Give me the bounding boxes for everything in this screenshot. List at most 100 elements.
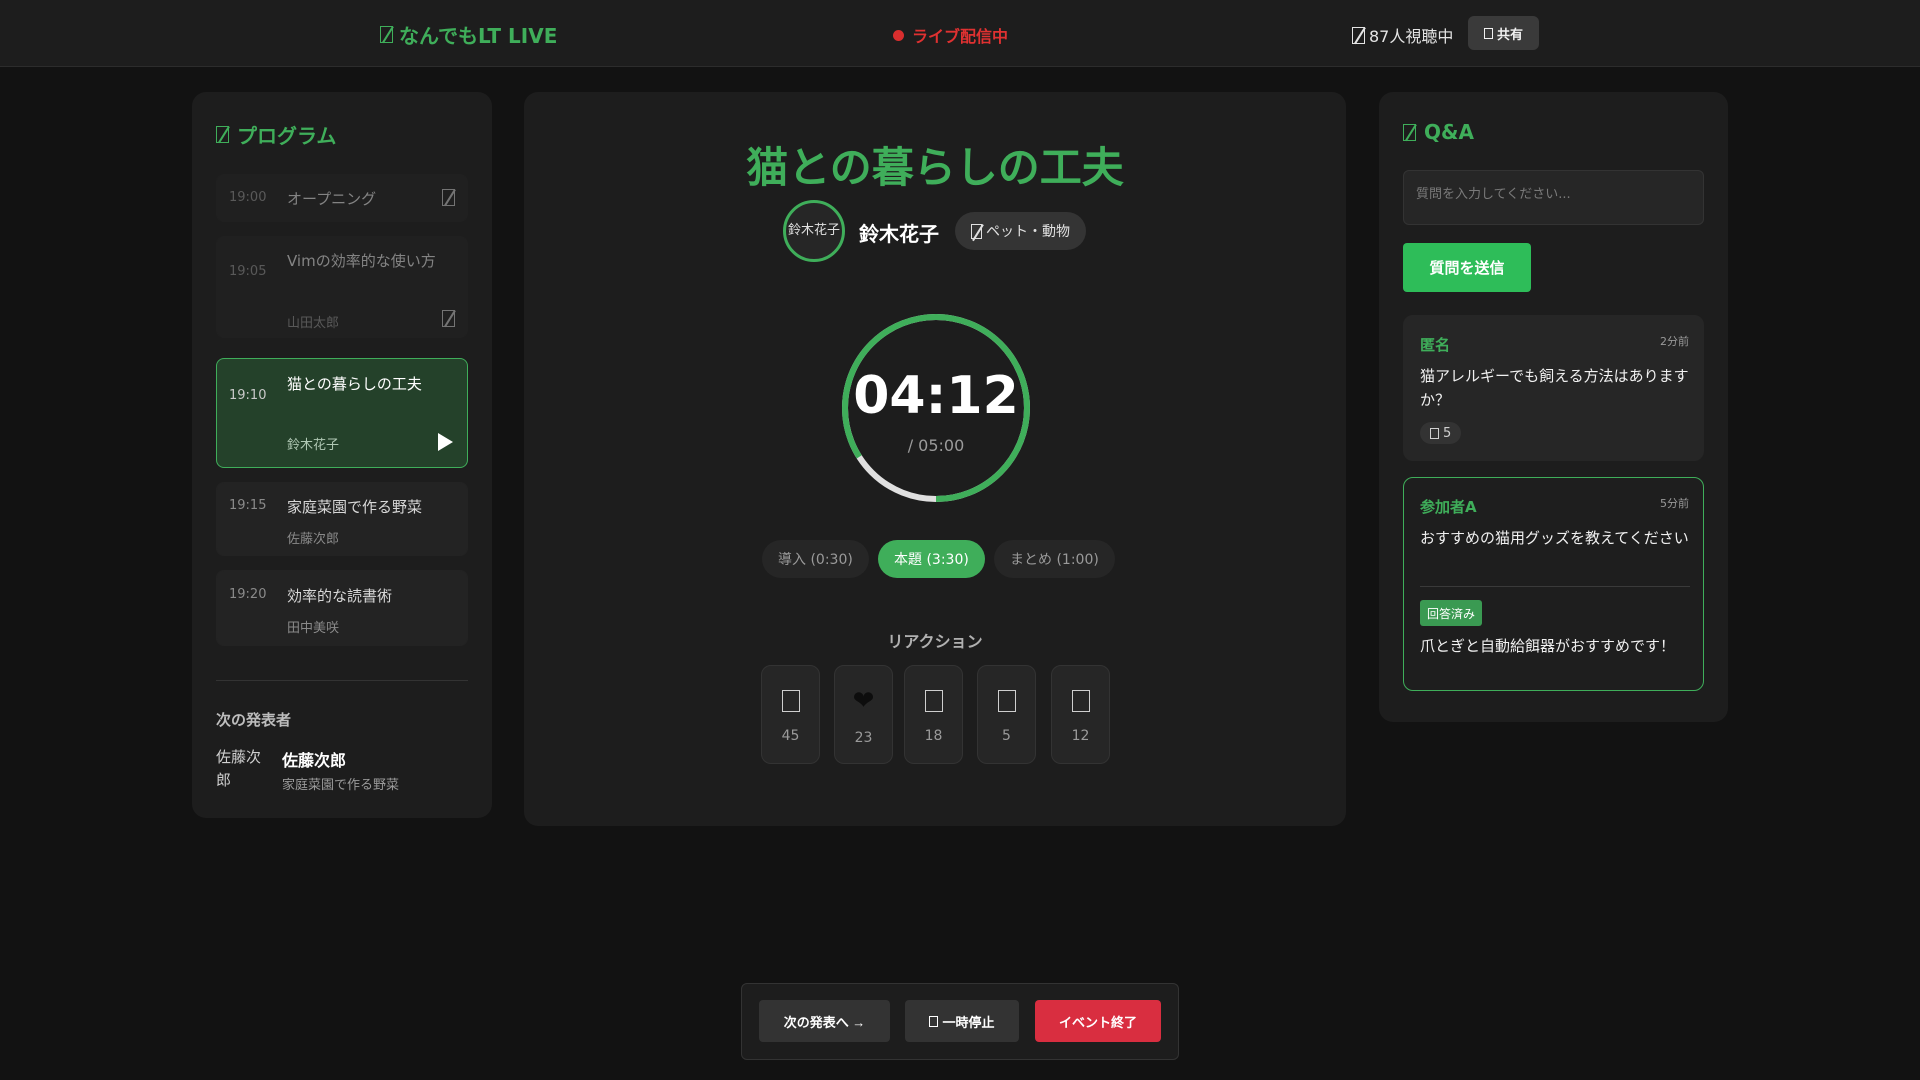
question-card-answered: 参加者A 5分前 おすすめの猫用グッズを教えてください 回答済み 爪とぎと自動給… [1403, 477, 1704, 691]
phase-intro[interactable]: 導入 (0:30) [762, 540, 869, 578]
program-item-2[interactable]: 19:10 猫との暮らしの工夫 鈴木花子 [216, 358, 468, 468]
live-status: ライブ配信中 [893, 23, 1008, 47]
timer-total: / 05:00 [907, 436, 965, 455]
submit-question-button[interactable]: 質問を送信 [1403, 243, 1531, 292]
answer-divider [1420, 586, 1690, 587]
question-card: 匿名 2分前 猫アレルギーでも飼える方法はありますか？ 5 [1403, 315, 1704, 461]
current-talk-panel: 猫との暮らしの工夫 鈴木花子 鈴木花子 ペット・動物 04:12 / 05:00… [524, 92, 1346, 826]
host-control-bar: 次の発表へ → 一時停止 イベント終了 [741, 983, 1179, 1060]
program-item-speaker: 田中美咲 [287, 621, 340, 636]
program-icon [216, 126, 229, 143]
question-time: 2分前 [1660, 335, 1689, 348]
qa-title: Q&A [1403, 120, 1474, 144]
surprise-icon [978, 686, 1035, 714]
next-speaker-avatar: 佐藤次郎 [216, 748, 262, 789]
reaction-clap-button[interactable]: 45 [761, 665, 820, 764]
program-item-speaker: 山田太郎 [287, 316, 340, 331]
live-status-text: ライブ配信中 [912, 27, 1009, 46]
program-item-title: 家庭菜園で作る野菜 [287, 498, 423, 516]
answer-text: 爪とぎと自動給餌器がおすすめです！ [1420, 637, 1676, 655]
category-icon [971, 223, 982, 239]
next-speaker-label: 次の発表者 [216, 711, 292, 729]
reactions-label: リアクション [887, 632, 983, 651]
category-label: ペット・動物 [986, 224, 1070, 240]
answered-badge: 回答済み [1420, 600, 1483, 626]
mic-icon [380, 26, 393, 43]
qa-title-text: Q&A [1424, 120, 1474, 144]
share-icon [1484, 27, 1493, 39]
program-item-title: オープニング [287, 190, 377, 208]
clap-icon [762, 686, 819, 714]
phase-tabs: 導入 (0:30) 本題 (3:30) まとめ (1:00) [524, 540, 1346, 578]
program-title-text: プログラム [237, 124, 337, 148]
program-item-3[interactable]: 19:15 家庭菜園で作る野菜 佐藤次郎 [216, 482, 468, 556]
program-item-speaker: 佐藤次郎 [287, 532, 340, 547]
program-item-0[interactable]: 19:00 オープニング [216, 174, 468, 222]
program-item-time: 19:20 [229, 587, 267, 602]
speaker-avatar: 鈴木花子 [783, 200, 845, 262]
reaction-count: 12 [1071, 728, 1090, 744]
check-icon [442, 189, 455, 206]
top-bar: なんでもLT LIVE ライブ配信中 87人視聴中 共有 [0, 0, 1920, 67]
speaker-row: 鈴木花子 鈴木花子 ペット・動物 [524, 200, 1346, 262]
program-item-time: 19:15 [229, 498, 267, 513]
timer-remaining: 04:12 [853, 366, 1019, 426]
laugh-icon [905, 686, 962, 714]
share-button[interactable]: 共有 [1468, 16, 1540, 50]
program-item-title: Vimの効率的な使い方 [287, 252, 436, 270]
speaker-name: 鈴木花子 [859, 222, 939, 246]
app-title: なんでもLT LIVE [380, 20, 557, 49]
viewer-count-text: 87人視聴中 [1369, 27, 1454, 46]
pause-button[interactable]: 一時停止 [905, 1000, 1019, 1042]
phase-main[interactable]: 本題 (3:30) [878, 540, 985, 578]
question-input[interactable] [1403, 170, 1704, 225]
reaction-count: 23 [854, 730, 873, 746]
qa-icon [1403, 123, 1416, 141]
bulb-icon [1052, 686, 1109, 714]
reaction-surprise-button[interactable]: 5 [977, 665, 1036, 764]
viewers-icon [1352, 26, 1365, 44]
reaction-count: 45 [781, 728, 800, 744]
app-title-text: なんでもLT LIVE [399, 24, 558, 48]
qa-panel: Q&A 質問を送信 匿名 2分前 猫アレルギーでも飼える方法はありますか？ 5 … [1379, 92, 1728, 722]
end-event-button[interactable]: イベント終了 [1035, 1000, 1161, 1042]
program-item-4[interactable]: 19:20 効率的な読書術 田中美咲 [216, 570, 468, 646]
program-item-time: 19:05 [229, 264, 267, 279]
program-divider [216, 680, 468, 681]
live-dot-icon [893, 29, 904, 41]
question-author: 匿名 [1420, 336, 1451, 354]
check-icon [442, 310, 455, 327]
viewer-count: 87人視聴中 [1352, 23, 1453, 47]
pause-button-label: 一時停止 [942, 1014, 995, 1030]
talk-title: 猫との暮らしの工夫 [746, 143, 1124, 192]
program-item-title: 効率的な読書術 [287, 587, 393, 605]
next-talk-button[interactable]: 次の発表へ → [759, 1000, 890, 1042]
thumbs-up-icon [1430, 427, 1439, 439]
program-title: プログラム [216, 120, 336, 149]
reaction-heart-button[interactable]: ❤ 23 [834, 665, 893, 764]
reaction-count: 5 [1002, 728, 1011, 744]
next-speaker-topic: 家庭菜園で作る野菜 [282, 778, 400, 793]
question-time: 5分前 [1660, 497, 1689, 510]
program-item-time: 19:10 [229, 388, 267, 403]
reaction-count: 18 [924, 728, 943, 744]
program-panel: プログラム 19:00 オープニング 19:05 Vimの効率的な使い方 山田太… [192, 92, 492, 818]
program-item-speaker: 鈴木花子 [287, 438, 340, 453]
next-speaker-name: 佐藤次郎 [282, 751, 347, 770]
countdown-timer: 04:12 / 05:00 [840, 312, 1032, 504]
reaction-laugh-button[interactable]: 18 [904, 665, 963, 764]
question-text: おすすめの猫用グッズを教えてください [1420, 529, 1689, 547]
share-button-label: 共有 [1497, 26, 1524, 42]
category-badge: ペット・動物 [955, 212, 1086, 250]
program-item-1[interactable]: 19:05 Vimの効率的な使い方 山田太郎 [216, 236, 468, 338]
heart-icon: ❤ [852, 686, 875, 716]
phase-summary[interactable]: まとめ (1:00) [994, 540, 1115, 578]
question-author: 参加者A [1420, 498, 1477, 516]
like-button[interactable]: 5 [1420, 422, 1462, 444]
like-count: 5 [1443, 425, 1452, 441]
program-item-title: 猫との暮らしの工夫 [287, 375, 422, 393]
play-icon [438, 433, 453, 451]
pause-icon [929, 1015, 939, 1027]
question-text: 猫アレルギーでも飼える方法はありますか？ [1420, 367, 1689, 409]
reaction-bulb-button[interactable]: 12 [1051, 665, 1110, 764]
